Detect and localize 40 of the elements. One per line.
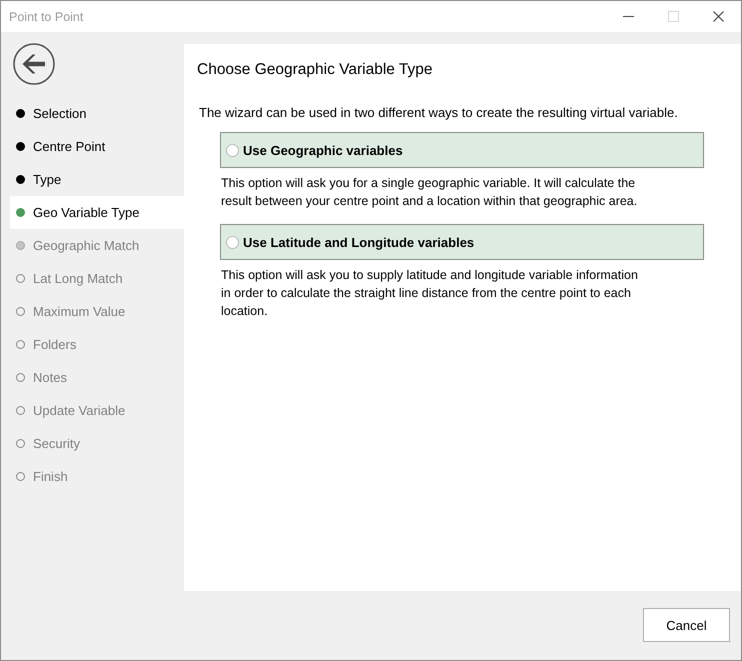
step-label: Centre Point xyxy=(33,139,106,154)
wizard-step[interactable]: Notes xyxy=(10,361,184,394)
option-label: Use Latitude and Longitude variables xyxy=(243,234,474,250)
radio-button-icon[interactable] xyxy=(226,236,239,248)
step-label: Lat Long Match xyxy=(33,271,123,286)
step-label: Update Variable xyxy=(33,403,126,418)
option-radio-row[interactable]: Use Geographic variables xyxy=(220,132,704,168)
back-button[interactable] xyxy=(13,43,55,85)
wizard-step[interactable]: Security xyxy=(10,427,184,460)
option-radio-row[interactable]: Use Latitude and Longitude variables xyxy=(220,224,704,260)
minimize-icon xyxy=(623,16,634,17)
step-label: Type xyxy=(33,172,62,187)
step-label: Notes xyxy=(33,370,67,385)
cancel-button[interactable]: Cancel xyxy=(643,608,730,642)
option-description: This option will ask you to supply latitude and longitude variable information in order to calculate the straight line distance from the centre point to each location. xyxy=(221,267,639,320)
step-label: Selection xyxy=(33,106,86,121)
step-label: Finish xyxy=(33,469,68,484)
wizard-step[interactable]: Finish xyxy=(10,460,184,493)
step-label: Maximum Value xyxy=(33,304,126,319)
window-title: Point to Point xyxy=(9,10,84,24)
wizard-step[interactable]: Selection xyxy=(10,97,184,130)
wizard-step[interactable]: Geographic Match xyxy=(10,229,184,262)
wizard-step[interactable]: Centre Point xyxy=(10,130,184,163)
step-label: Geographic Match xyxy=(33,238,140,253)
wizard-step[interactable]: Maximum Value xyxy=(10,295,184,328)
intro-text: The wizard can be used in two different ways to create the resulting virtual variable. xyxy=(199,105,679,120)
wizard-step[interactable]: Geo Variable Type xyxy=(10,196,184,229)
wizard-step[interactable]: Type xyxy=(10,163,184,196)
maximize-icon xyxy=(668,11,679,22)
step-label: Security xyxy=(33,436,80,451)
option-label: Use Geographic variables xyxy=(243,142,403,158)
step-label: Folders xyxy=(33,337,76,352)
wizard-step[interactable]: Update Variable xyxy=(10,394,184,427)
wizard-step[interactable]: Lat Long Match xyxy=(10,262,184,295)
close-icon xyxy=(713,11,724,22)
option-description: This option will ask you for a single geographic variable. It will calculate the result between your centre point and a location within that geographic area. xyxy=(221,175,638,210)
step-label: Geo Variable Type xyxy=(33,205,140,220)
radio-button-icon[interactable] xyxy=(226,144,239,156)
page-title: Choose Geographic Variable Type xyxy=(197,61,434,79)
wizard-step[interactable]: Folders xyxy=(10,328,184,361)
